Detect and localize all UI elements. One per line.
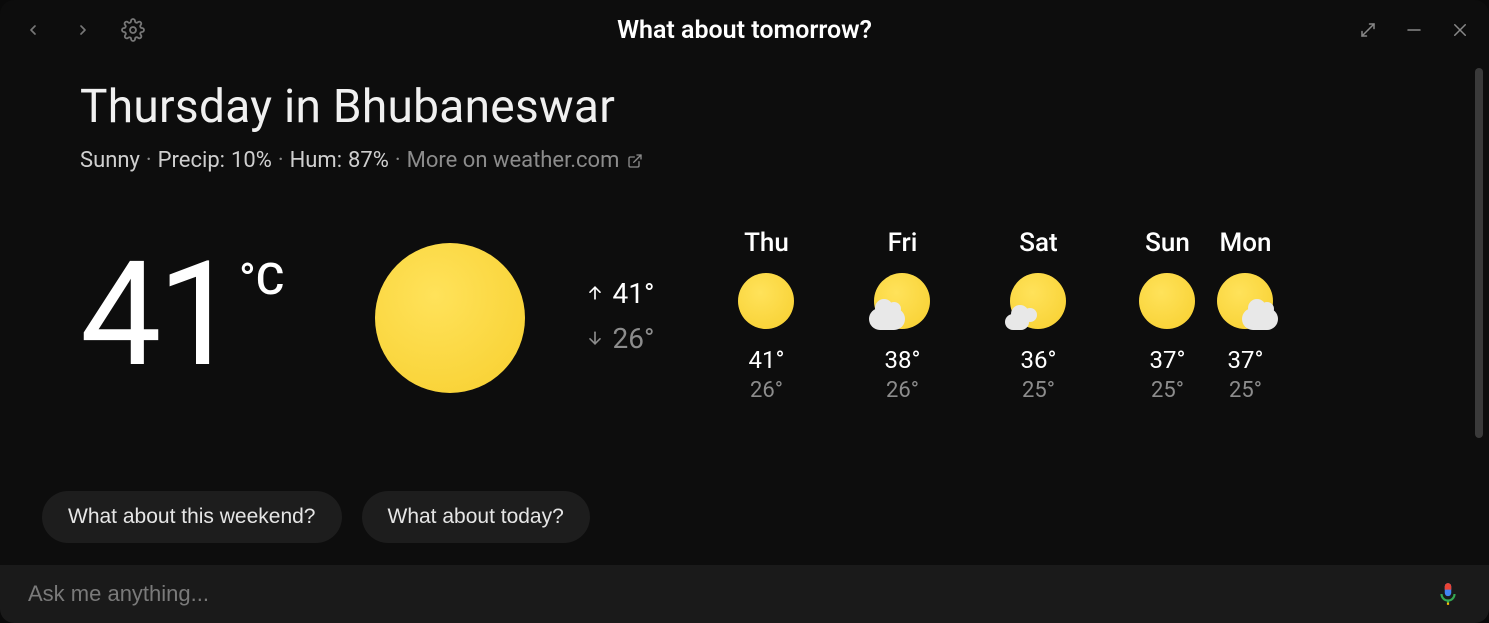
forecast-day-pair: Sun 37° 25° Mon 37° 25° [1132, 228, 1280, 403]
titlebar: What about tomorrow? [0, 0, 1489, 60]
current-temp: 41 °C [80, 243, 285, 388]
window-title: What about tomorrow? [617, 16, 872, 45]
temp-value: 41 [80, 243, 235, 388]
forecast-low: 26° [750, 378, 783, 403]
forecast-high: 37° [1149, 346, 1185, 374]
sep: · [278, 148, 284, 173]
close-button[interactable] [1449, 19, 1471, 41]
precip-value: 10% [231, 148, 272, 173]
settings-button[interactable] [118, 15, 148, 45]
forecast-day[interactable]: Thu 41° 26° [724, 228, 808, 403]
forecast-day-label: Fri [888, 228, 918, 258]
forecast-high: 37° [1227, 346, 1263, 374]
forecast-day-label: Thu [744, 228, 789, 258]
temp-unit: °C [239, 253, 285, 305]
expand-button[interactable] [1357, 19, 1379, 41]
forecast-day[interactable]: Sun 37° 25° [1132, 228, 1202, 403]
forecast-day[interactable]: Fri 38° 26° [860, 228, 944, 403]
forecast-day-label: Sun [1145, 228, 1190, 258]
hum-label: Hum: [290, 148, 342, 173]
forecast-day-label: Mon [1219, 228, 1271, 258]
forecast-high: 38° [884, 346, 920, 374]
suggestion-chips: What about this weekend? What about toda… [42, 491, 590, 543]
back-button[interactable] [18, 15, 48, 45]
page-heading: Thursday in Bhubaneswar [80, 80, 1409, 134]
high-low: 41° 26° [585, 277, 655, 355]
more-weather-label: More on weather.com [407, 148, 620, 173]
input-bar [0, 565, 1489, 623]
ask-input[interactable] [28, 581, 1435, 607]
forecast-low: 25° [1229, 378, 1262, 403]
chip-today[interactable]: What about today? [362, 491, 590, 543]
precip-label: Precip: [158, 148, 225, 173]
forecast-day[interactable]: Sat 36° 25° [996, 228, 1080, 403]
more-weather-link[interactable]: More on weather.com [407, 148, 644, 173]
forward-button[interactable] [68, 15, 98, 45]
gear-icon [121, 18, 145, 42]
forecast-day-label: Sat [1019, 228, 1057, 258]
forecast-low: 25° [1151, 378, 1184, 403]
forecast-day[interactable]: Mon 37° 25° [1210, 228, 1280, 403]
arrow-up-icon [585, 283, 605, 303]
forecast-high: 41° [748, 346, 784, 374]
weather-row: 41 °C 41° 26° Thu 41° 26° [80, 228, 1409, 403]
low-temp: 26° [613, 322, 655, 355]
forecast-low: 25° [1022, 378, 1055, 403]
forecast-low: 26° [886, 378, 919, 403]
forecast-high: 36° [1020, 346, 1056, 374]
assistant-window: What about tomorrow? Thursday in Bhubane… [0, 0, 1489, 623]
titlebar-left [18, 15, 148, 45]
scrollbar[interactable] [1475, 68, 1483, 438]
expand-icon [1359, 21, 1377, 39]
forecast-strip: Thu 41° 26° Fri 38° 26° Sat 36° 25° [724, 228, 1280, 403]
partly-cloudy-icon [1009, 272, 1067, 330]
partly-cloudy-icon [873, 272, 931, 330]
weather-summary: Sunny · Precip: 10% · Hum: 87% · More on… [80, 148, 1409, 173]
partly-cloudy-icon [1216, 272, 1274, 330]
high-temp-row: 41° [585, 277, 655, 310]
chevron-left-icon [25, 22, 41, 38]
sunny-icon [1138, 272, 1196, 330]
condition-text: Sunny [80, 148, 140, 173]
external-link-icon [627, 153, 643, 169]
sep: · [395, 148, 401, 173]
low-temp-row: 26° [585, 322, 655, 355]
high-temp: 41° [613, 277, 655, 310]
chevron-right-icon [75, 22, 91, 38]
sep: · [146, 148, 152, 173]
minimize-icon [1405, 21, 1423, 39]
minimize-button[interactable] [1403, 19, 1425, 41]
hum-value: 87% [348, 148, 389, 173]
chip-this-weekend[interactable]: What about this weekend? [42, 491, 342, 543]
titlebar-right [1357, 19, 1471, 41]
arrow-down-icon [585, 328, 605, 348]
sunny-icon [737, 272, 795, 330]
microphone-icon[interactable] [1435, 581, 1461, 607]
sunny-icon [375, 243, 525, 393]
close-icon [1451, 21, 1469, 39]
